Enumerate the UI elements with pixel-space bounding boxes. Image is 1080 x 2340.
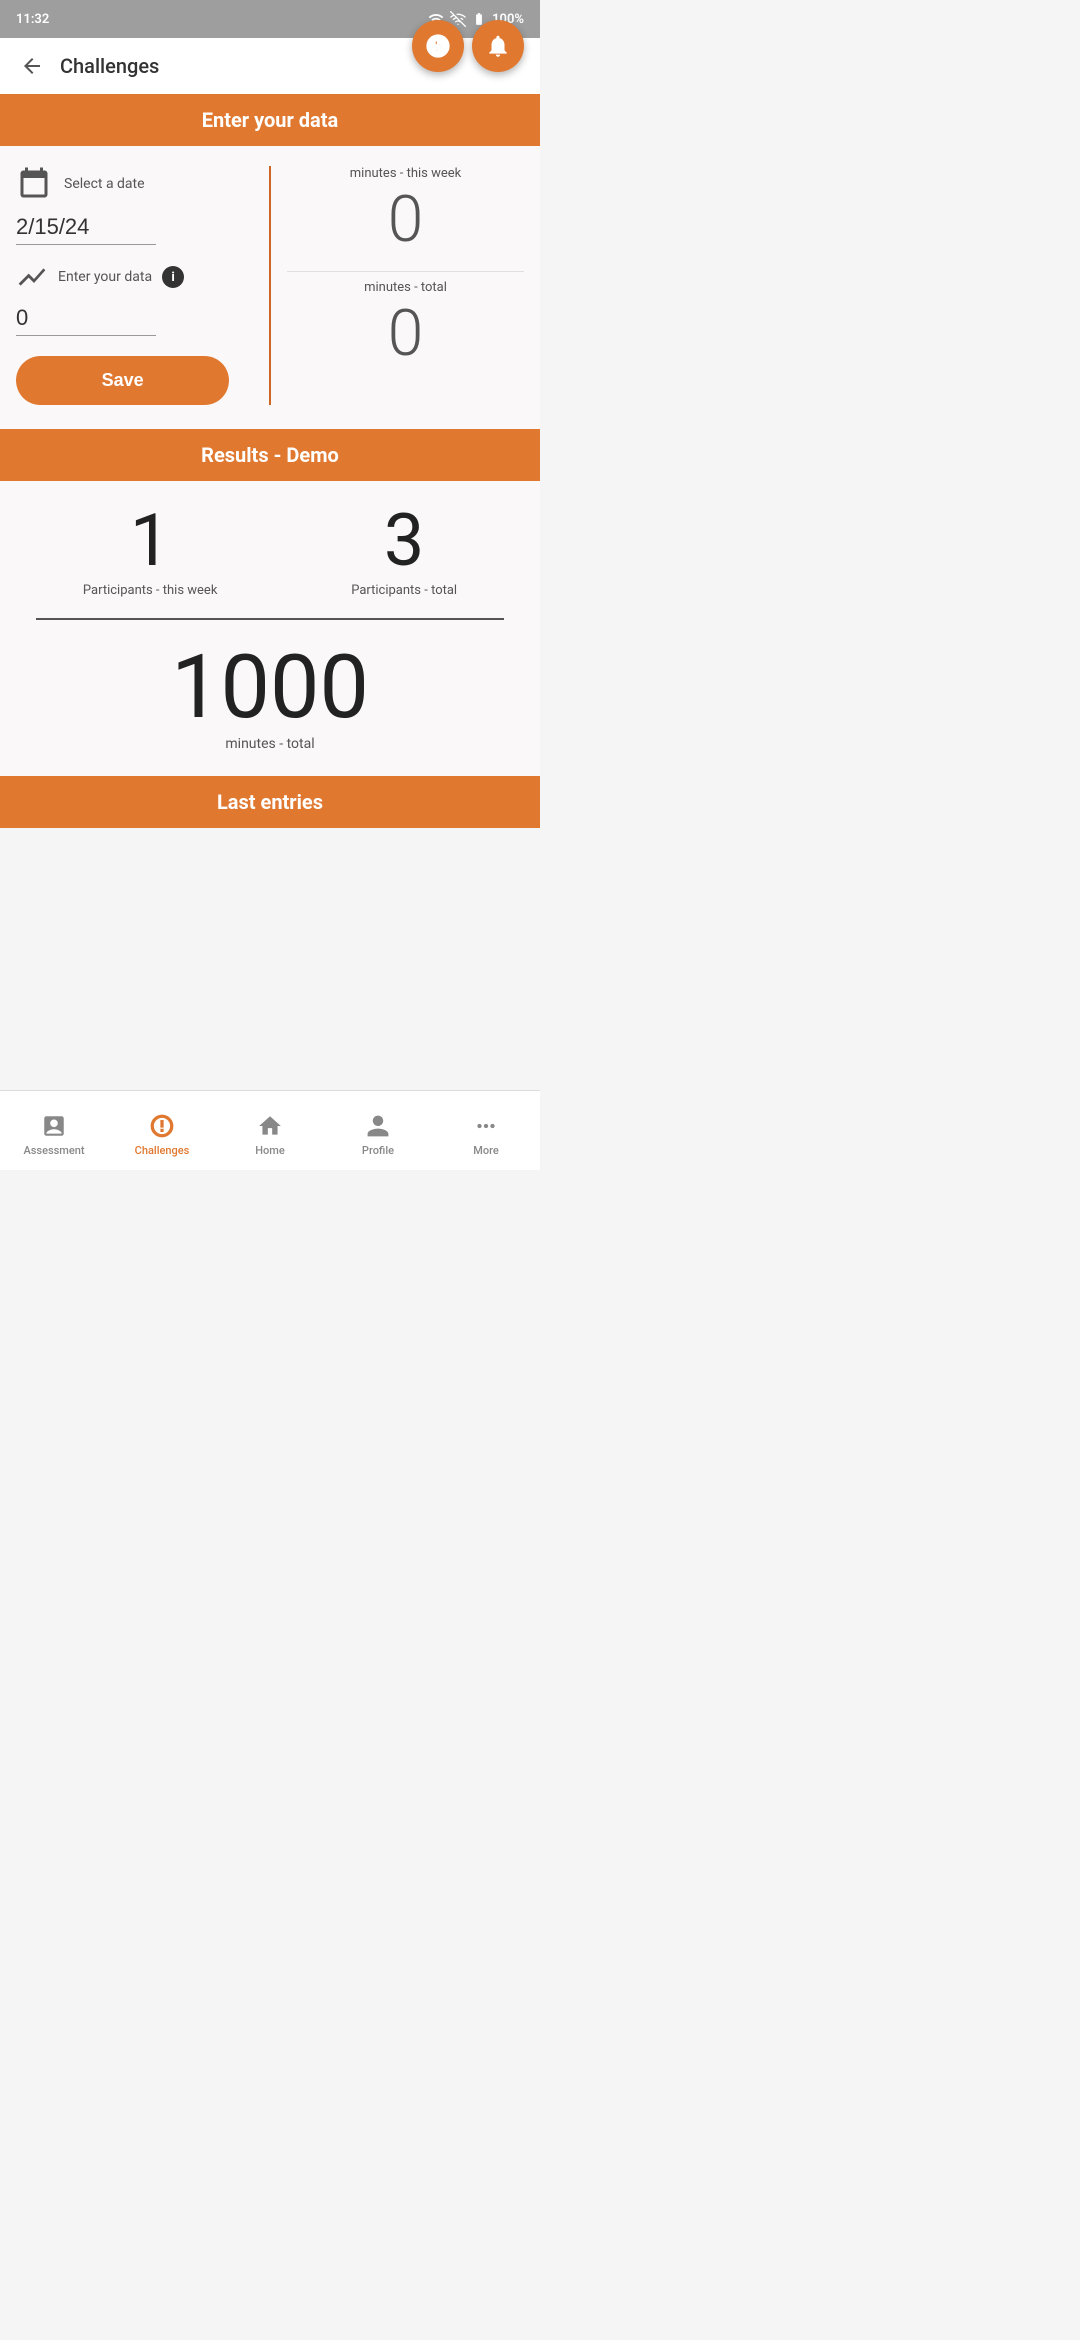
data-input-label: Enter your data: [58, 269, 152, 285]
home-icon: [256, 1112, 284, 1140]
results-header: Results - Demo: [0, 429, 540, 481]
participants-total-label: Participants - total: [351, 583, 457, 598]
minutes-week-value: 0: [287, 185, 524, 255]
nav-challenges[interactable]: Challenges: [108, 1091, 216, 1170]
nav-challenges-label: Challenges: [135, 1144, 190, 1157]
participants-week-value: 1: [83, 505, 218, 577]
badge-icon: [425, 33, 451, 59]
bell-icon: [485, 33, 511, 59]
back-button[interactable]: [16, 50, 48, 82]
minutes-total-block: minutes - total 0: [287, 280, 524, 369]
total-minutes-block: 1000 minutes - total: [16, 644, 524, 752]
date-input[interactable]: [16, 210, 156, 245]
results-divider: [36, 618, 504, 620]
participants-week-label: Participants - this week: [83, 583, 218, 598]
participants-total-block: 3 Participants - total: [351, 505, 457, 598]
calendar-icon: [16, 166, 52, 202]
nav-home[interactable]: Home: [216, 1091, 324, 1170]
profile-icon: [364, 1112, 392, 1140]
minutes-this-week-block: minutes - this week 0: [287, 166, 524, 255]
enter-data-right: minutes - this week 0 minutes - total 0: [269, 166, 524, 405]
nav-assessment-label: Assessment: [23, 1144, 84, 1157]
date-label: Select a date: [64, 176, 145, 192]
info-icon[interactable]: i: [162, 266, 184, 288]
results-section: 1 Participants - this week 3 Participant…: [0, 481, 540, 776]
save-button[interactable]: Save: [16, 356, 229, 405]
more-icon: [472, 1112, 500, 1140]
data-value-input[interactable]: [16, 301, 156, 336]
results-title: Results - Demo: [201, 443, 339, 467]
assessment-icon: [40, 1112, 68, 1140]
bottom-nav: Assessment Challenges Home Profile More: [0, 1090, 540, 1170]
last-entries-title: Last entries: [217, 790, 323, 814]
top-bar: Challenges: [0, 38, 540, 94]
minutes-week-label: minutes - this week: [287, 166, 524, 181]
data-input-row: Enter your data i: [16, 261, 253, 293]
top-action-buttons: [412, 20, 524, 72]
nav-more[interactable]: More: [432, 1091, 540, 1170]
enter-data-section: Select a date Enter your data i Save min…: [0, 146, 540, 429]
badge-button[interactable]: [412, 20, 464, 72]
last-entries-header: Last entries: [0, 776, 540, 828]
enter-data-title: Enter your data: [202, 108, 338, 132]
date-row: Select a date: [16, 166, 253, 202]
participants-week-block: 1 Participants - this week: [83, 505, 218, 598]
page-title: Challenges: [60, 54, 159, 78]
nav-profile-label: Profile: [362, 1144, 394, 1157]
nav-assessment[interactable]: Assessment: [0, 1091, 108, 1170]
nav-profile[interactable]: Profile: [324, 1091, 432, 1170]
minutes-total-label: minutes - total: [287, 280, 524, 295]
notification-button[interactable]: [472, 20, 524, 72]
total-minutes-value: 1000: [16, 644, 524, 732]
trend-chart-icon: [16, 261, 48, 293]
enter-data-header: Enter your data: [0, 94, 540, 146]
minutes-total-value: 0: [287, 299, 524, 369]
participants-total-value: 3: [351, 505, 457, 577]
status-time: 11:32: [16, 12, 49, 27]
enter-data-left: Select a date Enter your data i Save: [16, 166, 269, 405]
challenges-icon: [148, 1112, 176, 1140]
total-minutes-label: minutes - total: [16, 736, 524, 752]
nav-home-label: Home: [255, 1144, 285, 1157]
nav-more-label: More: [473, 1144, 499, 1157]
results-grid: 1 Participants - this week 3 Participant…: [16, 505, 524, 598]
